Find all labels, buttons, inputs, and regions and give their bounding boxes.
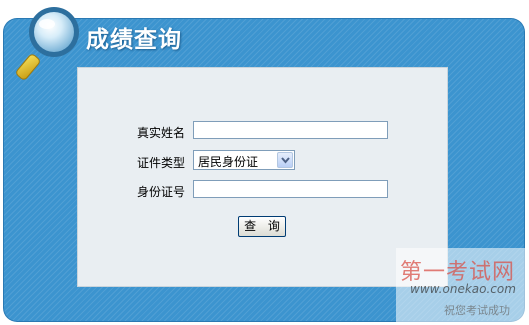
idnum-label: 身份证号	[136, 185, 185, 199]
idtype-row: 证件类型 居民身份证	[78, 150, 447, 172]
idnum-input[interactable]	[193, 180, 388, 198]
watermark-url: www.onekao.com	[410, 282, 516, 296]
chevron-down-icon[interactable]	[277, 152, 293, 168]
name-input[interactable]	[193, 121, 388, 139]
idtype-label: 证件类型	[136, 156, 185, 170]
page-title: 成绩查询	[86, 27, 182, 53]
watermark: 第一考试网 www.onekao.com 祝您考试成功	[396, 248, 526, 322]
watermark-slogan: 祝您考试成功	[444, 304, 510, 317]
name-row: 真实姓名	[78, 121, 447, 143]
query-form: 真实姓名 证件类型 居民身份证 身份证号 查 询	[77, 67, 448, 287]
idnum-row: 身份证号	[78, 180, 447, 202]
query-button[interactable]: 查 询	[238, 216, 286, 237]
idtype-select[interactable]: 居民身份证	[193, 150, 295, 170]
idtype-selected: 居民身份证	[198, 155, 259, 169]
name-label: 真实姓名	[136, 126, 185, 140]
